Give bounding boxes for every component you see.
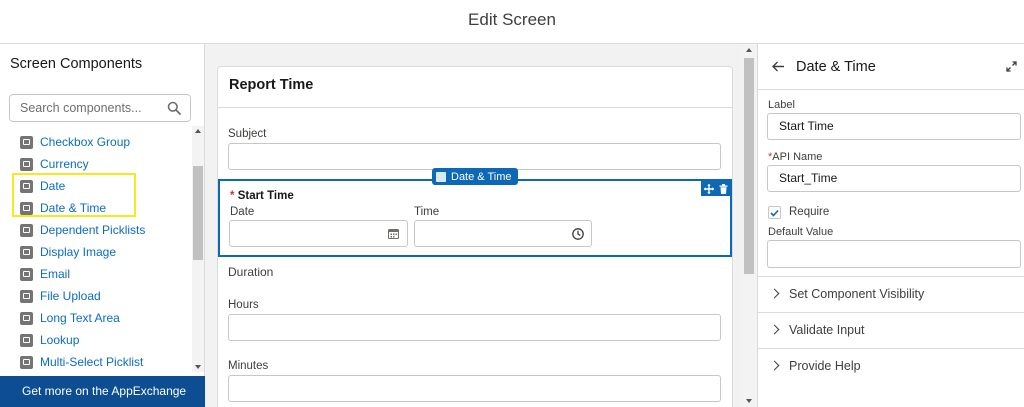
- chevron-right-icon: [769, 324, 780, 335]
- component-item-multi-select-picklist[interactable]: Multi-Select Picklist: [20, 352, 143, 372]
- chevron-right-icon: [769, 288, 780, 299]
- chevron-right-icon: [769, 360, 780, 371]
- component-label: Lookup: [40, 333, 80, 347]
- component-item-dependent-picklists[interactable]: Dependent Picklists: [20, 220, 145, 240]
- hours-input[interactable]: [228, 314, 721, 341]
- component-label: Email: [40, 267, 71, 281]
- require-label: Require: [789, 206, 830, 218]
- component-label: Dependent Picklists: [40, 223, 146, 237]
- component-item-currency[interactable]: Currency: [20, 154, 89, 174]
- date-input[interactable]: [229, 220, 408, 247]
- search-box[interactable]: [9, 94, 191, 122]
- default-value-label: Default Value: [768, 226, 834, 238]
- highlight-annotation-box: [12, 173, 136, 217]
- section-set-component-visibility[interactable]: Set Component Visibility: [758, 276, 1024, 312]
- component-item-long-text-area[interactable]: Long Text Area: [20, 308, 120, 328]
- section-label: Validate Input: [789, 323, 865, 337]
- subject-input[interactable]: [228, 143, 721, 170]
- scrollbar-thumb[interactable]: [193, 166, 203, 260]
- long-text-icon: [20, 311, 33, 325]
- component-label: File Upload: [40, 289, 101, 303]
- currency-icon: [20, 157, 33, 171]
- component-label: Multi-Select Picklist: [40, 355, 144, 369]
- default-value-input[interactable]: [767, 240, 1021, 268]
- multi-picklist-icon: [20, 355, 33, 369]
- properties-title: Date & Time: [796, 59, 876, 75]
- scrollbar-thumb[interactable]: [744, 58, 754, 274]
- required-marker: *: [230, 190, 235, 202]
- scroll-up-icon[interactable]: [745, 48, 752, 52]
- component-type-label: Date & Time: [451, 170, 512, 183]
- email-icon: [20, 267, 33, 281]
- component-label: Long Text Area: [40, 311, 120, 325]
- component-item-lookup[interactable]: Lookup: [20, 330, 79, 350]
- duration-label: Duration: [228, 265, 274, 279]
- components-panel-title: Screen Components: [10, 56, 143, 72]
- checkbox-group-icon: [20, 135, 33, 149]
- section-label: Provide Help: [789, 359, 861, 373]
- component-item-display-image[interactable]: Display Image: [20, 242, 116, 262]
- expand-icon[interactable]: [1006, 61, 1017, 72]
- search-input[interactable]: [20, 95, 170, 121]
- section-validate-input[interactable]: Validate Input: [758, 312, 1024, 348]
- label-field-label: Label: [768, 99, 795, 111]
- api-name-field-input[interactable]: Start_Time: [767, 165, 1021, 192]
- time-label: Time: [414, 206, 440, 218]
- datetime-icon: [436, 171, 446, 182]
- subject-label: Subject: [228, 128, 267, 140]
- component-list-scrollbar[interactable]: [192, 126, 204, 372]
- screen-card: Report Time Subject Date & Time * Start …: [217, 66, 733, 407]
- section-label: Set Component Visibility: [789, 287, 925, 301]
- dependent-picklist-icon: [20, 223, 33, 237]
- properties-panel: Date & Time Label Start Time *API Name S…: [757, 44, 1024, 407]
- component-list: Checkbox Group Currency Date Date & Time…: [0, 126, 192, 372]
- lookup-icon: [20, 333, 33, 347]
- minutes-input[interactable]: [228, 375, 721, 402]
- component-label: Display Image: [40, 245, 117, 259]
- header-divider: [218, 107, 732, 108]
- back-arrow-icon[interactable]: [772, 61, 785, 72]
- component-label: Currency: [40, 157, 89, 171]
- component-label: Checkbox Group: [40, 135, 131, 149]
- scroll-down-icon[interactable]: [745, 399, 752, 403]
- window-title: Edit Screen: [0, 0, 1024, 44]
- api-name-field-label: *API Name: [768, 151, 823, 163]
- label-field-input[interactable]: Start Time: [767, 113, 1021, 140]
- require-checkbox[interactable]: [768, 206, 781, 219]
- screen-canvas: Report Time Subject Date & Time * Start …: [205, 44, 757, 407]
- appexchange-link[interactable]: Get more on the AppExchange: [0, 376, 205, 407]
- section-provide-help[interactable]: Provide Help: [758, 348, 1024, 384]
- component-item-checkbox-group[interactable]: Checkbox Group: [20, 132, 130, 152]
- selected-datetime-component[interactable]: Date & Time * Start Time Date Time: [218, 168, 732, 257]
- image-icon: [20, 245, 33, 259]
- properties-header: Date & Time: [758, 44, 1024, 90]
- component-tools: [701, 181, 730, 196]
- hours-label: Hours: [228, 299, 259, 311]
- move-icon[interactable]: [703, 183, 714, 194]
- component-item-email[interactable]: Email: [20, 264, 70, 284]
- minutes-label: Minutes: [228, 360, 269, 372]
- search-icon[interactable]: [167, 101, 181, 115]
- canvas-scrollbar[interactable]: [742, 44, 756, 407]
- scroll-down-icon[interactable]: [194, 365, 201, 369]
- component-item-file-upload[interactable]: File Upload: [20, 286, 101, 306]
- component-type-tag: Date & Time: [432, 168, 518, 185]
- screen-title: Report Time: [229, 77, 314, 93]
- start-time-label: * Start Time: [230, 190, 294, 202]
- clock-icon[interactable]: [572, 228, 584, 240]
- calendar-icon[interactable]: [388, 228, 399, 239]
- time-input[interactable]: [414, 220, 592, 247]
- screen-components-panel: Screen Components Checkbox Group Currenc…: [0, 44, 205, 407]
- checkmark-icon: [770, 209, 779, 217]
- date-label: Date: [230, 206, 255, 218]
- file-upload-icon: [20, 289, 33, 303]
- delete-icon[interactable]: [719, 183, 728, 194]
- scroll-up-icon[interactable]: [194, 129, 201, 133]
